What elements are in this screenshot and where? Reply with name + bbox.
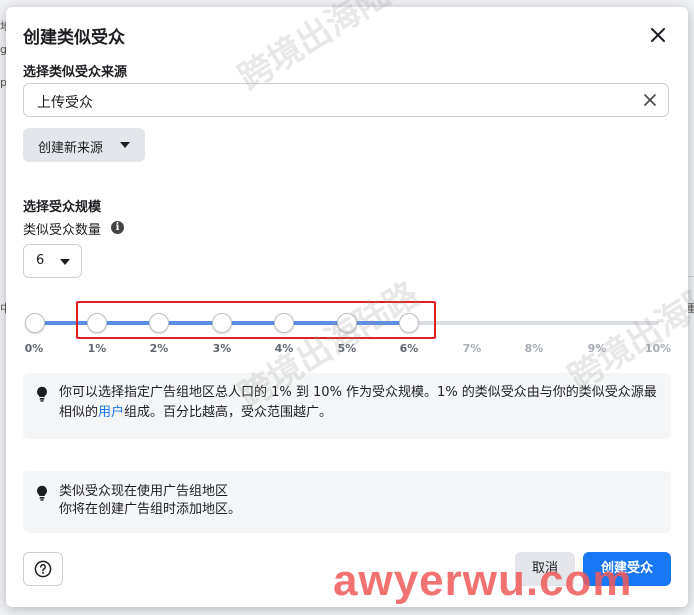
help-button[interactable] bbox=[23, 552, 63, 586]
count-label: 类似受众数量 bbox=[23, 223, 102, 238]
help-icon bbox=[34, 560, 52, 578]
create-new-source-button[interactable]: 创建新来源 bbox=[23, 128, 145, 162]
source-input[interactable]: 上传受众 bbox=[23, 83, 669, 117]
count-select-value: 6 bbox=[36, 253, 45, 268]
info-icon[interactable]: i bbox=[111, 221, 124, 234]
close-icon[interactable] bbox=[648, 25, 668, 45]
source-value: 上传受众 bbox=[37, 95, 93, 111]
slider-tick-label: 6% bbox=[399, 342, 419, 355]
slider-tick-label: 0% bbox=[24, 342, 44, 355]
slider-tick-label: 1% bbox=[87, 342, 107, 355]
slider-tick-label: 2% bbox=[149, 342, 169, 355]
size-tip-text-part: 组成。百分比越高，受众范围越广。 bbox=[124, 405, 333, 420]
watermark-logo: awyerwu.com bbox=[333, 556, 633, 605]
create-new-source-label: 创建新来源 bbox=[38, 141, 104, 156]
slider-handle[interactable] bbox=[25, 313, 45, 333]
source-section-label: 选择类似受众来源 bbox=[23, 65, 128, 80]
region-tip-box: 类似受众现在使用广告组地区 你将在创建广告组时添加地区。 bbox=[23, 471, 671, 533]
size-section-label: 选择受众规模 bbox=[23, 200, 102, 215]
caret-down-icon bbox=[60, 259, 70, 265]
slider-tick-label: 3% bbox=[212, 342, 232, 355]
region-tip-line: 类似受众现在使用广告组地区 bbox=[59, 484, 229, 499]
slider-tick-label: 8% bbox=[524, 342, 544, 355]
clear-icon[interactable] bbox=[642, 92, 658, 108]
size-tip-text: 你可以选择指定广告组地区总人口的 1% 到 10% 作为受众规模。1% 的类似受… bbox=[59, 383, 659, 423]
region-tip-line: 你将在创建广告组时添加地区。 bbox=[59, 502, 242, 517]
count-select[interactable]: 6 bbox=[23, 244, 82, 278]
lightbulb-icon bbox=[37, 485, 47, 501]
slider-tick-label: 7% bbox=[462, 342, 482, 355]
caret-down-icon bbox=[120, 142, 130, 148]
dialog-title: 创建类似受众 bbox=[23, 28, 125, 48]
lightbulb-icon bbox=[37, 386, 47, 402]
region-tip-text: 类似受众现在使用广告组地区 你将在创建广告组时添加地区。 bbox=[59, 483, 241, 519]
users-link[interactable]: 用户 bbox=[98, 405, 124, 420]
